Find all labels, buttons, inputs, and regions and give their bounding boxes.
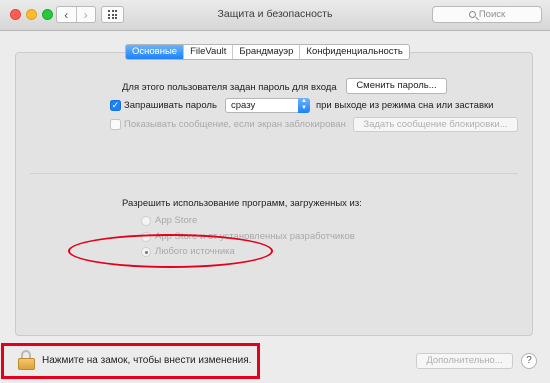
advanced-button[interactable]: Дополнительно...	[416, 353, 513, 369]
require-password-delay-select[interactable]: сразу ▲ ▼	[225, 98, 310, 113]
tab-bar: Основные FileVault Брандмауэр Конфиденци…	[125, 44, 410, 60]
search-placeholder: Поиск	[478, 9, 506, 20]
search-field[interactable]: Поиск	[432, 6, 542, 23]
radio-app-store-label: App Store	[155, 215, 198, 226]
select-value: сразу	[231, 100, 256, 111]
tab-firewall[interactable]: Брандмауэр	[233, 45, 301, 59]
highlight-ellipse	[68, 234, 273, 268]
section-divider	[30, 173, 518, 174]
tab-filevault[interactable]: FileVault	[184, 45, 234, 59]
updown-arrows-icon: ▲ ▼	[298, 98, 310, 113]
require-password-label: Запрашивать пароль	[124, 100, 217, 111]
lock-hint-text: Нажмите на замок, чтобы внести изменения…	[42, 355, 252, 366]
require-password-checkbox[interactable]: ✓	[110, 100, 121, 111]
set-lock-message-button[interactable]: Задать сообщение блокировки...	[353, 117, 518, 132]
search-icon	[468, 11, 476, 18]
title-bar: ‹ › Защита и безопасность Поиск	[0, 0, 550, 31]
allow-apps-heading: Разрешить использование программ, загруж…	[122, 198, 362, 209]
change-password-button[interactable]: Сменить пароль...	[346, 78, 447, 94]
lock-icon[interactable]	[18, 350, 35, 370]
checkmark-icon: ✓	[111, 100, 120, 110]
tab-privacy[interactable]: Конфиденциальность	[300, 45, 408, 59]
tab-general[interactable]: Основные	[126, 45, 185, 59]
content-panel	[15, 52, 533, 336]
help-button[interactable]: ?	[521, 353, 537, 369]
show-message-label: Показывать сообщение, если экран заблоки…	[124, 119, 346, 130]
require-password-suffix: при выходе из режима сна или заставки	[316, 100, 494, 111]
password-set-text: Для этого пользователя задан пароль для …	[122, 82, 337, 93]
radio-app-store[interactable]	[141, 216, 151, 226]
show-message-checkbox[interactable]	[110, 119, 121, 130]
